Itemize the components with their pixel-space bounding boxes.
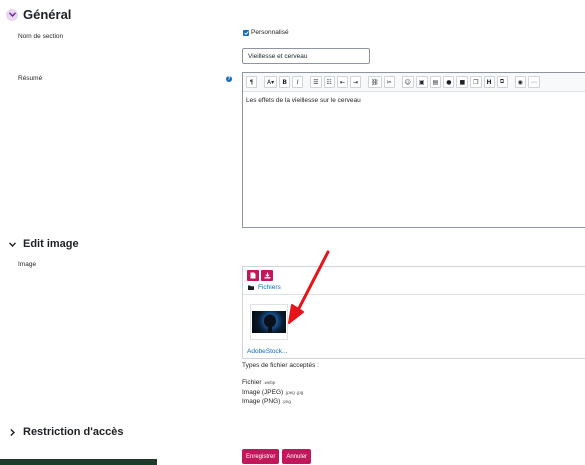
bold-button[interactable]: B bbox=[279, 76, 291, 88]
section-restriction-header[interactable]: Restriction d'accès bbox=[6, 426, 123, 438]
section-name-label: Nom de section bbox=[18, 33, 64, 40]
accessibility-icon[interactable]: ◉ bbox=[514, 76, 526, 88]
add-file-button[interactable] bbox=[247, 270, 259, 281]
paragraph-button[interactable]: ¶ bbox=[246, 76, 257, 88]
more-icon[interactable]: ⋯ bbox=[527, 76, 540, 88]
folder-icon bbox=[248, 285, 254, 290]
image-label: Image bbox=[18, 261, 37, 268]
image-icon[interactable]: ▣ bbox=[415, 76, 428, 88]
custom-checkbox-label: Personnalisé bbox=[251, 29, 289, 36]
accepted-type-row: Fichier .webp bbox=[242, 379, 276, 386]
chevron-down-icon[interactable] bbox=[6, 8, 18, 21]
accepted-type-row: Image (PNG) .png bbox=[242, 398, 291, 405]
manage-files-icon[interactable]: ❐ bbox=[470, 76, 482, 88]
save-button[interactable]: Enregistrer bbox=[242, 449, 280, 464]
h5p-icon[interactable]: H bbox=[483, 76, 495, 88]
summary-text[interactable]: Les effets de la vieillesse sur le cerve… bbox=[243, 92, 585, 109]
copy-icon[interactable]: ⧉ bbox=[496, 76, 508, 88]
help-icon[interactable]: ? bbox=[226, 76, 232, 82]
emoji-icon[interactable]: ☺ bbox=[401, 76, 414, 88]
checkbox-checked-icon[interactable] bbox=[243, 29, 249, 36]
file-name-link[interactable]: AdobeStock... bbox=[247, 348, 287, 355]
unlink-icon[interactable]: ✂ bbox=[383, 76, 395, 88]
record-video-icon[interactable]: ■ bbox=[456, 76, 469, 88]
media-icon[interactable]: ▤ bbox=[429, 76, 442, 88]
accepted-type-row: Image (JPEG) .jpeg .jpg bbox=[242, 389, 304, 396]
section-edit-image-title: Edit image bbox=[23, 238, 79, 250]
file-manager: Fichiers AdobeStock... bbox=[242, 266, 585, 359]
custom-name-checkbox[interactable]: Personnalisé bbox=[243, 29, 289, 36]
file-thumbnail[interactable] bbox=[250, 304, 288, 340]
chevron-down-icon[interactable] bbox=[6, 238, 18, 250]
indent-icon[interactable]: ⇥ bbox=[349, 76, 361, 88]
summary-label: Résumé bbox=[18, 75, 43, 82]
section-name-input[interactable] bbox=[242, 48, 370, 64]
italic-button[interactable]: I bbox=[292, 76, 304, 88]
folder-path[interactable]: Fichiers bbox=[248, 284, 281, 291]
brain-image bbox=[252, 311, 286, 333]
accepted-types-title: Types de fichier acceptés : bbox=[242, 362, 319, 369]
download-icon[interactable] bbox=[261, 270, 273, 281]
section-edit-image-header[interactable]: Edit image bbox=[6, 238, 79, 250]
section-restriction-title: Restriction d'accès bbox=[23, 426, 124, 438]
section-general-header[interactable]: Général bbox=[6, 7, 71, 22]
link-icon[interactable]: ⛓ bbox=[367, 76, 382, 88]
section-general-title: Général bbox=[23, 7, 72, 22]
folder-label[interactable]: Fichiers bbox=[258, 284, 281, 291]
outdent-icon[interactable]: ⇤ bbox=[336, 76, 348, 88]
status-bar bbox=[0, 459, 157, 465]
unordered-list-icon[interactable]: ☰ bbox=[310, 76, 322, 88]
record-audio-icon[interactable]: ● bbox=[443, 76, 455, 88]
ordered-list-icon[interactable]: ☷ bbox=[323, 76, 335, 88]
chevron-right-icon[interactable] bbox=[6, 426, 18, 438]
editor-toolbar: ¶ A▾ B I ☰ ☷ ⇤ ⇥ ⛓ ✂ ☺ ▣ ▤ ● ■ ❐ H ⧉ ◉ ⋯ bbox=[243, 73, 585, 92]
summary-editor[interactable]: ¶ A▾ B I ☰ ☷ ⇤ ⇥ ⛓ ✂ ☺ ▣ ▤ ● ■ ❐ H ⧉ ◉ ⋯… bbox=[242, 72, 585, 228]
cancel-button[interactable]: Annuler bbox=[282, 449, 312, 464]
font-style-button[interactable]: A▾ bbox=[264, 76, 278, 88]
